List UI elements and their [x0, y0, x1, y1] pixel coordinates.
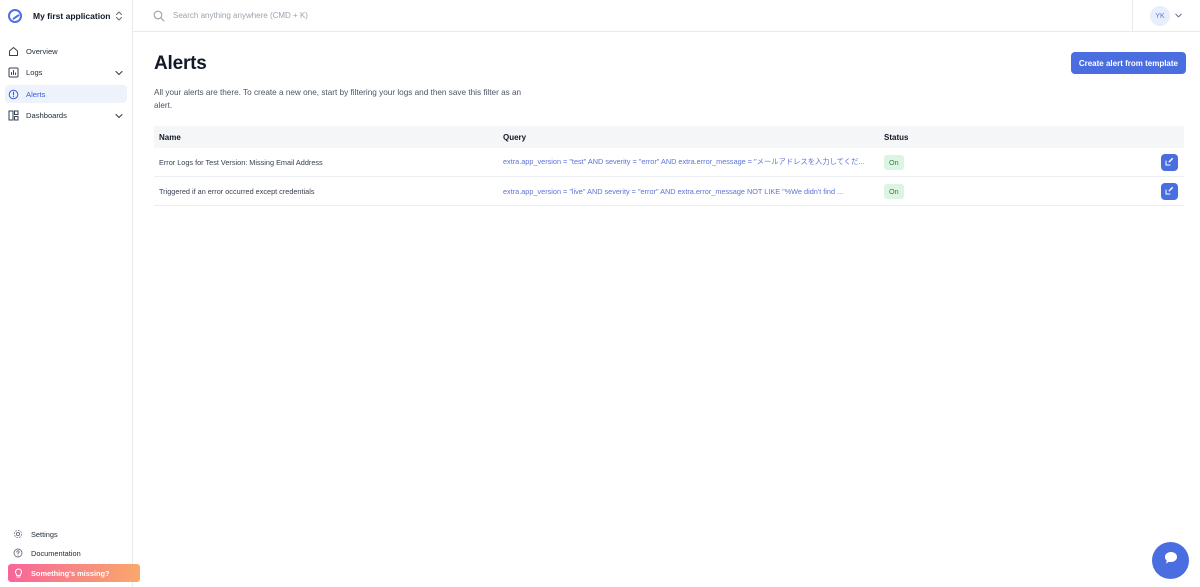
alert-icon	[8, 89, 19, 100]
sidebar-item-overview[interactable]: Overview	[5, 42, 127, 60]
chevron-down-icon	[1174, 7, 1183, 25]
column-header-query: Query	[503, 132, 527, 142]
app-switcher[interactable]: My first application	[0, 0, 132, 32]
chat-support-button[interactable]	[1152, 542, 1189, 579]
table-header: Name Query Status	[154, 126, 1184, 148]
documentation-link[interactable]: Documentation	[8, 545, 140, 561]
help-icon	[12, 548, 23, 559]
search-icon	[153, 10, 165, 22]
alerts-table: Name Query Status Error Logs for Test Ve…	[154, 126, 1184, 206]
dashboard-icon	[8, 110, 19, 121]
alert-name: Error Logs for Test Version: Missing Ema…	[159, 157, 323, 167]
column-header-name: Name	[159, 132, 181, 142]
page-description: All your alerts are there. To create a n…	[154, 88, 522, 110]
alert-query: extra.app_version = "live" AND severity …	[503, 186, 844, 196]
settings-label: Settings	[31, 529, 58, 539]
status-cell: On	[879, 154, 1139, 170]
settings-link[interactable]: Settings	[8, 526, 140, 542]
sidebar-item-logs[interactable]: Logs	[5, 64, 127, 82]
sidebar-footer: Settings Documentation Something's missi…	[0, 526, 148, 587]
app-name: My first application	[33, 11, 111, 21]
app-logo-icon	[8, 9, 22, 23]
avatar: YK	[1150, 6, 1170, 26]
status-badge: On	[884, 183, 904, 199]
sidebar: My first application Overview Logs Alert…	[0, 0, 140, 587]
column-header-status: Status	[884, 132, 909, 142]
create-alert-button[interactable]: Create alert from template	[1070, 52, 1186, 74]
main-area: YK Alerts All your alerts are there. To …	[133, 0, 1200, 587]
sidebar-item-label: Logs	[26, 68, 43, 77]
actions-cell	[1139, 182, 1184, 200]
user-menu[interactable]: YK	[1132, 0, 1200, 32]
sidebar-item-label: Overview	[26, 46, 58, 56]
status-cell: On	[879, 183, 1139, 199]
edit-icon	[1165, 186, 1174, 197]
lightbulb-icon	[14, 567, 23, 579]
table-row[interactable]: Error Logs for Test Version: Missing Ema…	[154, 148, 1184, 177]
chevron-down-icon[interactable]	[114, 68, 124, 78]
table-row[interactable]: Triggered if an error occurred except cr…	[154, 177, 1184, 206]
logs-icon	[8, 67, 19, 78]
sidebar-item-dashboards[interactable]: Dashboards	[5, 107, 127, 125]
sidebar-item-label: Dashboards	[26, 111, 67, 120]
sidebar-item-label: Alerts	[26, 89, 46, 99]
chat-bubble-icon	[1163, 550, 1179, 571]
alert-name: Triggered if an error occurred except cr…	[159, 186, 315, 196]
something-missing-label: Something's missing?	[31, 568, 110, 578]
gear-icon	[12, 529, 23, 540]
sidebar-nav: Overview Logs Alerts Dashboards	[0, 42, 132, 125]
edit-alert-button[interactable]	[1161, 153, 1178, 171]
app-root: My first application Overview Logs Alert…	[0, 0, 1200, 587]
something-missing-button[interactable]: Something's missing?	[8, 564, 140, 582]
alert-query: extra.app_version = "test" AND severity …	[503, 157, 865, 166]
sidebar-item-alerts[interactable]: Alerts	[5, 85, 127, 103]
page-title: Alerts	[154, 53, 207, 74]
status-badge: On	[884, 154, 904, 170]
chevron-up-down-icon	[114, 10, 124, 22]
alerts-page: Alerts All your alerts are there. To cre…	[133, 32, 1200, 206]
topbar: YK	[133, 0, 1200, 32]
actions-cell	[1139, 153, 1184, 171]
documentation-label: Documentation	[31, 548, 81, 558]
chevron-down-icon[interactable]	[114, 111, 124, 121]
home-icon	[8, 46, 19, 57]
edit-alert-button[interactable]	[1161, 182, 1178, 200]
edit-icon	[1165, 157, 1174, 168]
search-input[interactable]	[173, 11, 573, 20]
